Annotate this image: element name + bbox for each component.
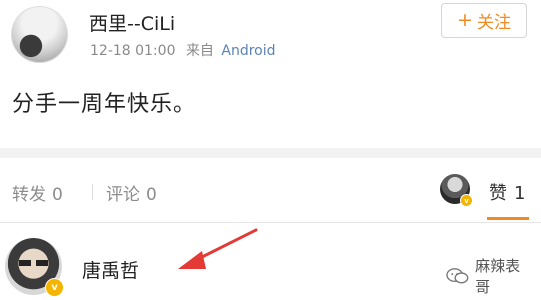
follow-button[interactable]: + 关注 — [441, 3, 527, 38]
like-count: 1 — [514, 183, 526, 204]
post-source[interactable]: Android — [221, 43, 275, 59]
author-username[interactable]: 西里--CiLi — [89, 9, 175, 36]
watermark-text: 麻辣表哥 — [475, 257, 521, 296]
author-avatar[interactable] — [11, 6, 68, 63]
watermark: 麻辣表哥 — [438, 257, 541, 296]
tab-repost[interactable]: 转发 0 — [12, 180, 63, 205]
comment-label: 评论 — [106, 185, 140, 205]
post-meta: 12-18 01:00 来自 Android — [90, 40, 276, 60]
red-arrow-icon — [178, 228, 258, 269]
repost-count: 0 — [52, 185, 63, 205]
post-text: 分手一周年快乐。 — [12, 92, 197, 117]
stats-bar: 转发 0 评论 0 v 赞1 — [0, 158, 541, 222]
active-tab-indicator — [487, 217, 529, 220]
comment-count: 0 — [146, 185, 157, 205]
plus-icon: + — [457, 9, 473, 31]
repost-label: 转发 — [12, 185, 46, 205]
tab-comment[interactable]: 评论 0 — [106, 180, 157, 205]
verified-v-icon: v — [460, 194, 473, 207]
stats-divider — [92, 184, 93, 200]
post-card: 西里--CiLi 12-18 01:00 来自 Android + 关注 分手一… — [0, 0, 541, 148]
verified-v-icon: v — [45, 278, 64, 297]
liker-avatar[interactable]: v — [440, 174, 473, 207]
post-time: 12-18 01:00 — [90, 43, 176, 59]
section-gap — [0, 148, 541, 158]
wechat-icon — [446, 268, 469, 284]
liker-row-avatar[interactable]: v — [5, 238, 64, 297]
follow-label: 关注 — [476, 13, 511, 33]
liker-name[interactable]: 唐禹哲 — [82, 256, 139, 283]
tab-like[interactable]: 赞1 — [489, 179, 525, 205]
like-label: 赞 — [489, 183, 507, 204]
post-from-label: 来自 — [185, 43, 214, 59]
